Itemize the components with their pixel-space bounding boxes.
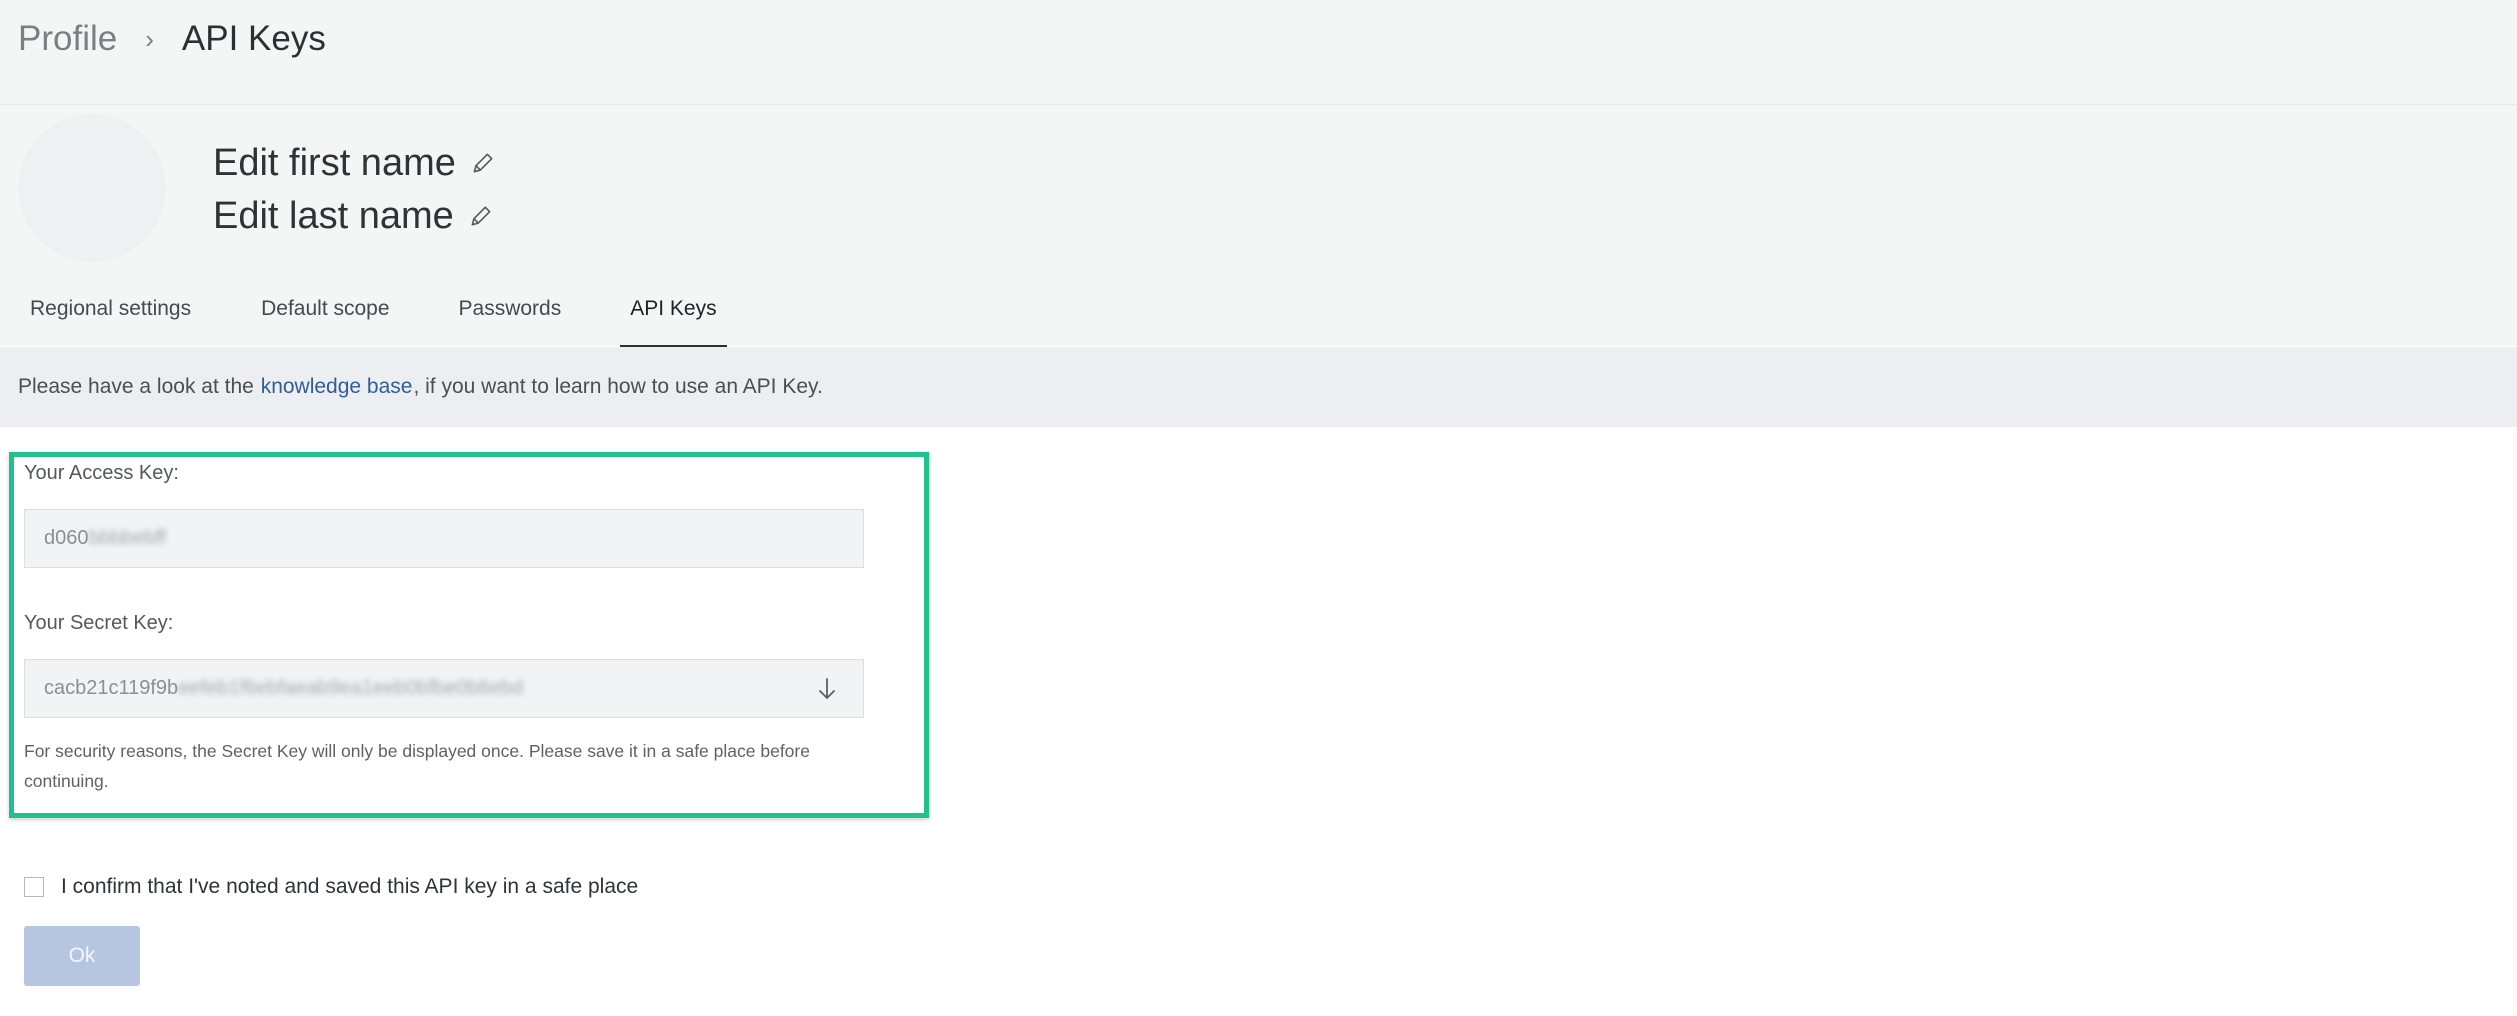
secret-key-value: cacb21c119f9b: [44, 677, 179, 699]
last-name-editable[interactable]: Edit last name: [213, 191, 494, 241]
first-name-editable[interactable]: Edit first name: [213, 138, 496, 188]
info-text-suffix: , if you want to learn how to use an API…: [413, 375, 823, 398]
tab-regional-settings[interactable]: Regional settings: [30, 287, 191, 347]
tab-default-scope[interactable]: Default scope: [261, 287, 389, 347]
breadcrumb-current: API Keys: [181, 19, 326, 58]
arrow-down-icon[interactable]: [815, 676, 839, 702]
profile-header: Profile › API Keys Edit first name Edit …: [0, 0, 2517, 347]
secret-key-label: Your Secret Key:: [24, 612, 174, 634]
chevron-right-icon: ›: [145, 23, 154, 54]
access-key-value: d060: [44, 527, 89, 549]
tab-api-keys[interactable]: API Keys: [620, 287, 728, 347]
first-name-text[interactable]: Edit first name: [213, 142, 456, 185]
breadcrumb-profile-link[interactable]: Profile: [18, 19, 117, 59]
last-name-text[interactable]: Edit last name: [213, 195, 454, 238]
confirm-checkbox[interactable]: [24, 877, 44, 897]
info-banner: Please have a look at the knowledge base…: [0, 347, 2517, 427]
secret-key-obscured: eefeb1f6ebfaeab9ea1eeb0bfbe0b6ebd: [178, 677, 523, 699]
access-key-field[interactable]: d060 bbbbebff: [24, 509, 864, 568]
secret-key-field[interactable]: cacb21c119f9b eefeb1f6ebfaeab9ea1eeb0bfbe…: [24, 659, 864, 718]
pencil-icon[interactable]: [468, 203, 494, 229]
header-divider: [0, 104, 2517, 105]
confirm-label[interactable]: I confirm that I've noted and saved this…: [61, 875, 638, 899]
knowledge-base-link[interactable]: knowledge base: [261, 375, 413, 399]
profile-tabs: Regional settings Default scope Password…: [0, 287, 728, 347]
pencil-icon[interactable]: [470, 150, 496, 176]
access-key-obscured: bbbbebff: [88, 527, 167, 549]
confirm-row: I confirm that I've noted and saved this…: [24, 875, 638, 899]
breadcrumb: Profile › API Keys: [18, 14, 326, 64]
tab-passwords[interactable]: Passwords: [459, 287, 562, 347]
ok-button[interactable]: Ok: [24, 926, 140, 986]
access-key-label: Your Access Key:: [24, 462, 179, 484]
info-text-prefix: Please have a look at the: [18, 375, 254, 398]
avatar[interactable]: [18, 114, 166, 262]
security-note: For security reasons, the Secret Key wil…: [24, 741, 810, 791]
